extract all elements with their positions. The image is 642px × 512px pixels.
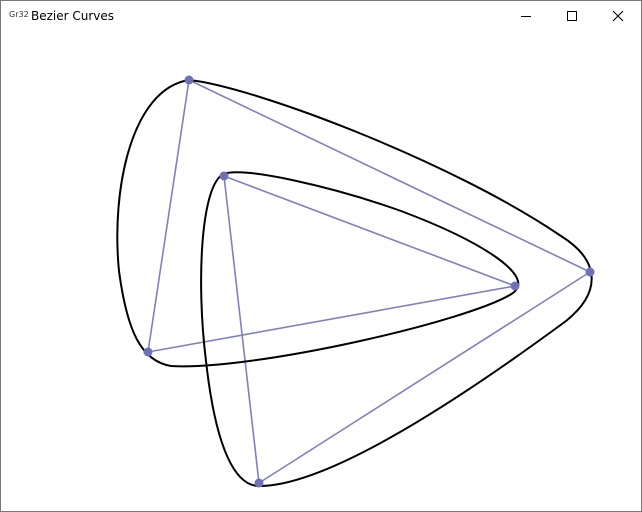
bezier-curves bbox=[116, 78, 593, 488]
control-point[interactable] bbox=[510, 281, 520, 291]
control-line bbox=[147, 79, 190, 353]
bezier-curve-outer bbox=[116, 78, 593, 488]
window-title: Bezier Curves bbox=[31, 9, 115, 23]
control-line bbox=[223, 175, 260, 484]
control-point[interactable] bbox=[143, 347, 153, 357]
app-window: Gr32 Bezier Curves bbox=[0, 0, 642, 512]
control-point[interactable] bbox=[254, 478, 264, 488]
drawing-canvas[interactable] bbox=[1, 31, 641, 511]
close-icon bbox=[612, 10, 624, 22]
control-line bbox=[258, 271, 591, 484]
control-point[interactable] bbox=[585, 267, 595, 277]
app-icon: Gr32 bbox=[9, 10, 29, 19]
control-line bbox=[223, 175, 516, 287]
minimize-icon bbox=[521, 16, 531, 17]
control-line bbox=[188, 79, 591, 273]
maximize-icon bbox=[567, 11, 577, 21]
close-button[interactable] bbox=[595, 1, 641, 31]
control-polygon-lines bbox=[147, 79, 591, 484]
minimize-button[interactable] bbox=[503, 1, 549, 31]
control-point[interactable] bbox=[219, 171, 229, 181]
maximize-button[interactable] bbox=[549, 1, 595, 31]
title-bar[interactable]: Gr32 Bezier Curves bbox=[1, 1, 641, 31]
control-point[interactable] bbox=[184, 75, 194, 85]
bezier-drawing bbox=[116, 75, 595, 488]
